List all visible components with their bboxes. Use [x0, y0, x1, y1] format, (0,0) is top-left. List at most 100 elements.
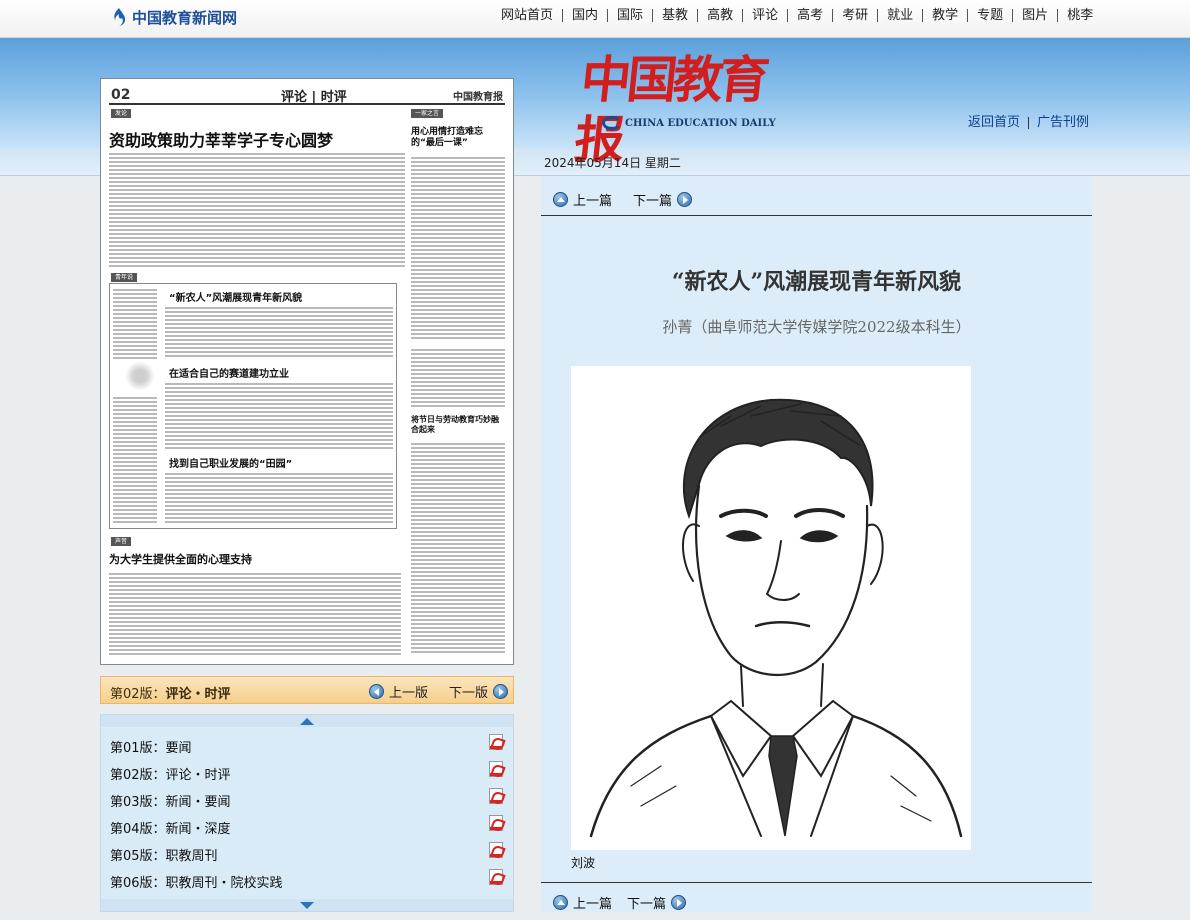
prev-article-label: 上一篇 — [573, 194, 613, 209]
preview-headline[interactable]: 为大学生提供全面的心理支持 — [109, 551, 252, 567]
prev-article-button[interactable]: 上一篇 — [553, 893, 612, 912]
pdf-icon[interactable] — [489, 788, 503, 804]
nav-item-international[interactable]: 国际 — [607, 8, 652, 22]
preview-text-block — [165, 381, 393, 449]
current-page-value: 评论・时评 — [165, 687, 231, 702]
nav-item-home[interactable]: 网站首页 — [492, 9, 562, 22]
edition-item[interactable]: 第05版：职教周刊 — [101, 839, 513, 866]
masthead-name-cn: 中国教育报 — [571, 50, 769, 169]
nav-item-teaching[interactable]: 教学 — [922, 8, 967, 22]
preview-paper-name: 中国教育报 — [453, 92, 503, 103]
pdf-icon[interactable] — [489, 869, 503, 885]
preview-headline[interactable]: “新农人”风潮展现青年新风貌 — [169, 289, 302, 304]
site-logo-text: 中国教育新闻网 — [132, 8, 238, 27]
triangle-up-icon — [300, 717, 314, 725]
page-preview-image[interactable]: 02 评论 | 时评 中国教育报 发论 资助政策助力莘莘学子专心圆梦 一家之言 … — [100, 78, 514, 665]
pdf-icon[interactable] — [489, 842, 503, 858]
preview-headline[interactable]: 资助政策助力莘莘学子专心圆梦 — [109, 127, 333, 151]
masthead-name-en: CHINA EDUCATION DAILY — [602, 116, 776, 130]
preview-text-block — [109, 571, 401, 655]
edition-item-label[interactable]: 第05版：职教周刊 — [110, 845, 218, 864]
arrow-right-icon — [677, 192, 693, 207]
next-article-button[interactable]: 下一篇 — [627, 893, 687, 912]
arrow-left-icon — [369, 684, 384, 699]
nav-item-domestic[interactable]: 国内 — [562, 8, 607, 22]
next-page-label: 下一版 — [449, 686, 489, 701]
preview-headline[interactable]: 在适合自己的赛道建功立业 — [169, 365, 289, 380]
edition-item-label[interactable]: 第04版：新闻・深度 — [110, 818, 231, 837]
main-nav: 网站首页 国内 国际 基教 高教 评论 高考 考研 就业 教学 专题 图片 桃李 — [492, 5, 1102, 25]
preview-tag: 声音 — [111, 537, 132, 546]
newspaper-masthead: 中国教育报 CHINA EDUCATION DAILY — [572, 50, 776, 169]
nav-item-commentary[interactable]: 评论 — [742, 8, 787, 22]
nav-item-higher-edu[interactable]: 高教 — [697, 8, 742, 22]
preview-text-block — [109, 151, 405, 269]
triangle-down-icon — [300, 901, 314, 909]
preview-headline[interactable]: 用心用情打造难忘的“最后一课” — [411, 127, 501, 149]
edition-scroll-down-button[interactable] — [101, 899, 513, 911]
edition-scroll-up-button[interactable] — [101, 715, 513, 727]
current-page-label: 第02版：评论・时评 — [110, 683, 231, 702]
illustration-caption: 刘波 — [571, 856, 596, 870]
nav-item-postgrad[interactable]: 考研 — [832, 8, 877, 22]
next-article-button[interactable]: 下一篇 — [633, 190, 693, 209]
preview-tag: 青年说 — [111, 273, 138, 282]
edition-item[interactable]: 第01版：要闻 — [101, 731, 513, 758]
preview-text-block — [411, 155, 505, 341]
prev-article-button[interactable]: 上一篇 — [553, 190, 612, 209]
preview-text-block — [165, 471, 393, 523]
ad-rates-link[interactable]: 广告刊例 — [1028, 116, 1097, 129]
next-article-label: 下一篇 — [633, 194, 673, 209]
article-title: “新农人”风潮展现青年新风貌 — [671, 269, 962, 295]
edition-item[interactable]: 第02版：评论・时评 — [101, 758, 513, 785]
edition-item[interactable]: 第06版：职教周刊・院校实践 — [101, 866, 513, 893]
pdf-icon[interactable] — [489, 734, 503, 750]
portrait-sketch — [589, 398, 963, 838]
article-panel: 上一篇 下一篇 “新农人”风潮展现青年新风貌 孙菁（曲阜师范大学传媒学院2022… — [541, 176, 1092, 912]
masthead-swirl-icon — [602, 116, 622, 130]
preview-text-block — [411, 347, 505, 407]
pdf-icon[interactable] — [489, 815, 503, 831]
masthead-name-en-text: CHINA EDUCATION DAILY — [625, 117, 776, 129]
arrow-right-icon — [671, 895, 687, 910]
preview-headline[interactable]: 找到自己职业发展的“田园” — [169, 455, 292, 470]
preview-tag: 一家之言 — [411, 109, 444, 118]
preview-text-block — [411, 441, 505, 655]
prev-article-label: 上一篇 — [573, 897, 613, 912]
nav-item-gaokao[interactable]: 高考 — [787, 8, 832, 22]
preview-section-name: 评论 | 时评 — [281, 90, 347, 105]
current-page-bar: 第02版：评论・时评 上一版 下一版 — [100, 676, 514, 704]
article-nav-bottom: 上一篇 下一篇 — [541, 882, 1092, 920]
preview-text-block — [165, 305, 393, 357]
logo-flame-icon — [114, 8, 126, 26]
prev-page-button[interactable]: 上一版 — [369, 682, 428, 701]
nav-item-photos[interactable]: 图片 — [1012, 8, 1057, 22]
top-nav-bar: 中国教育新闻网 网站首页 国内 国际 基教 高教 评论 高考 考研 就业 教学 … — [0, 0, 1190, 38]
current-page-prefix: 第02版： — [110, 687, 166, 702]
edition-item-label[interactable]: 第03版：新闻・要闻 — [110, 791, 231, 810]
arrow-up-icon — [553, 192, 568, 207]
edition-list: 第01版：要闻 第02版：评论・时评 第03版：新闻・要闻 第04版：新闻・深度… — [100, 714, 514, 912]
back-home-link[interactable]: 返回首页 — [968, 116, 1028, 129]
edition-item-label[interactable]: 第06版：职教周刊・院校实践 — [110, 872, 283, 891]
pdf-icon[interactable] — [489, 761, 503, 777]
preview-headline[interactable]: 将节日与劳动教育巧妙融合起来 — [411, 415, 501, 435]
edition-item-label[interactable]: 第02版：评论・时评 — [110, 764, 231, 783]
nav-item-employment[interactable]: 就业 — [877, 8, 922, 22]
edition-item[interactable]: 第03版：新闻・要闻 — [101, 785, 513, 812]
arrow-right-icon — [493, 684, 509, 699]
site-logo[interactable]: 中国教育新闻网 — [110, 6, 237, 28]
nav-item-topics[interactable]: 专题 — [967, 8, 1012, 22]
next-article-label: 下一篇 — [627, 897, 667, 912]
arrow-up-icon — [553, 895, 568, 910]
preview-page-number: 02 — [111, 87, 131, 103]
nav-item-taoli[interactable]: 桃李 — [1057, 8, 1102, 22]
preview-text-block — [113, 395, 157, 523]
article-illustration — [571, 366, 971, 850]
preview-text-block — [113, 287, 157, 359]
edition-item[interactable]: 第04版：新闻・深度 — [101, 812, 513, 839]
edition-item-label[interactable]: 第01版：要闻 — [110, 737, 192, 756]
article-byline: 孙菁（曲阜师范大学传媒学院2022级本科生） — [662, 318, 971, 336]
next-page-button[interactable]: 下一版 — [449, 682, 509, 701]
nav-item-basic-edu[interactable]: 基教 — [652, 8, 697, 22]
